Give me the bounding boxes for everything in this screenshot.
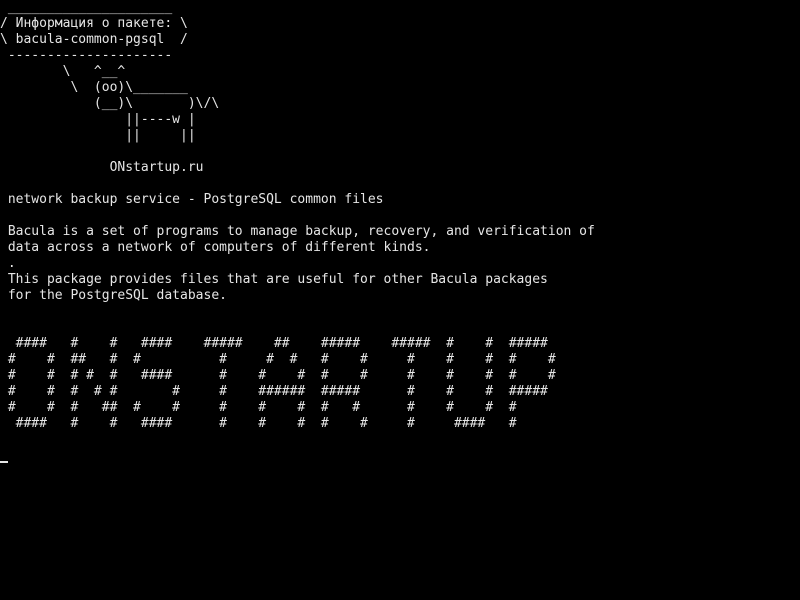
onstartup-ascii-banner: #### # # #### ##### ## ##### ##### # # #… (0, 336, 556, 432)
description-line: Bacula is a set of programs to manage ba… (0, 224, 595, 239)
cowsay-bubble-line: \ bacula-common-pgsql / (0, 32, 188, 47)
cowsay-bubble-line: _____________________ (0, 0, 173, 15)
package-summary: network backup service - PostgreSQL comm… (0, 192, 384, 207)
package-description: Bacula is a set of programs to manage ba… (0, 224, 595, 304)
banner-line: # # # ## # # # # # # # # # # # (0, 400, 517, 415)
cowsay-cow: \ ^__^ \ (oo)\_______ (__)\ )\/\ ||----w… (0, 64, 220, 144)
description-line: data across a network of computers of di… (0, 240, 431, 255)
cowsay-bubble-line: / Информация о пакете: \ (0, 16, 188, 31)
cowsay-bubble-line: --------------------- (0, 48, 173, 63)
cowsay-cow-line: \ (oo)\_______ (0, 80, 188, 95)
banner-line: # # ## # # # # # # # # # # # # (0, 352, 556, 367)
cowsay-cow-line: (__)\ )\/\ (0, 96, 220, 111)
cowsay-bubble: _____________________ / Информация о пак… (0, 0, 188, 64)
cowsay-cow-line: || || (0, 128, 196, 143)
cowsay-credit: ONstartup.ru (0, 160, 204, 175)
description-line: . (0, 256, 16, 271)
banner-line: #### # # #### # # # # # # #### # (0, 416, 517, 431)
banner-line: #### # # #### ##### ## ##### ##### # # #… (0, 336, 548, 351)
text-cursor[interactable] (0, 461, 8, 463)
banner-line: # # # # # #### # # # # # # # # # # (0, 368, 556, 383)
cowsay-cow-line: ||----w | (0, 112, 196, 127)
cowsay-cow-line: \ ^__^ (0, 64, 126, 79)
description-line: This package provides files that are use… (0, 272, 548, 287)
terminal-screen: _____________________ / Информация о пак… (0, 0, 800, 600)
banner-line: # # # # # # # ###### ##### # # # ##### (0, 384, 548, 399)
description-line: for the PostgreSQL database. (0, 288, 227, 303)
